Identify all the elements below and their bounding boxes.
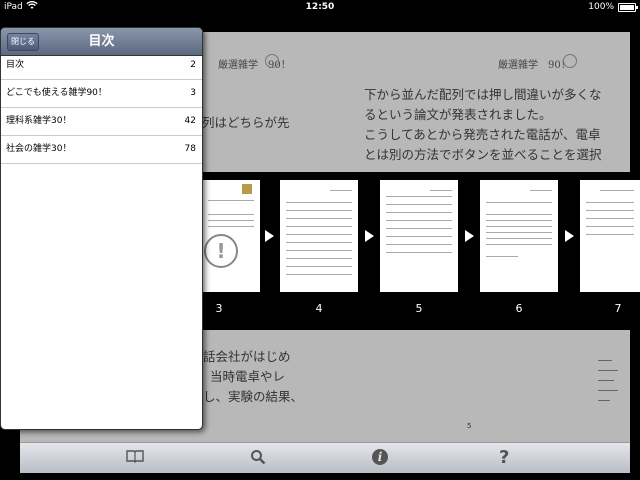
toc-item-label: 理科系雑学30！ <box>6 116 72 126</box>
right-page-text-line: るという論文が発表されました。 <box>364 107 552 122</box>
thumbnail-number: 5 <box>415 302 423 315</box>
toc-item-page: 42 <box>184 116 196 126</box>
exclamation-icon: ! <box>204 234 238 268</box>
arrow-right-icon <box>365 230 374 242</box>
thumbnail-page-3[interactable]: ! <box>202 180 260 292</box>
right-page-text-line: とは別の方法でボタンを並べることを選択 <box>364 147 602 162</box>
page-number: 5 <box>467 422 472 430</box>
battery-icon <box>618 3 638 12</box>
right-page-text-line: 下から並んだ配列では押し間違いが多くな <box>364 87 602 102</box>
arrow-right-icon <box>265 230 274 242</box>
thumbnail-page-7[interactable] <box>580 180 640 292</box>
toc-item-label: 社会の雑学30！ <box>6 144 72 154</box>
left-page-bottom-line: 当時電卓やレ <box>210 369 286 384</box>
left-page-bottom-line: 話会社がはじめ <box>203 349 291 364</box>
toc-popover: 目次 閉じる 目次 2 どこでも使える雑学90！ 3 理科系雑学30！ 42 社… <box>0 27 203 430</box>
search-icon[interactable] <box>250 449 266 469</box>
toc-item-page: 78 <box>184 144 196 154</box>
figure-icon <box>242 184 252 194</box>
status-bar: iPad 12:50 100% <box>0 0 640 14</box>
thumbnail-number: 4 <box>315 302 323 315</box>
header-circle-icon <box>265 54 279 68</box>
book-icon[interactable] <box>126 449 144 467</box>
toc-item[interactable]: 理科系雑学30！ 42 <box>1 108 202 136</box>
right-page-header: 厳選雑学 90！ <box>498 60 571 71</box>
toc-item[interactable]: どこでも使える雑学90！ 3 <box>1 80 202 108</box>
toc-item-page: 3 <box>190 88 196 98</box>
clock: 12:50 <box>305 2 335 12</box>
toc-item-label: どこでも使える雑学90！ <box>6 88 107 98</box>
left-page-bottom-line: し、実験の結果、 <box>203 389 304 404</box>
toc-item[interactable]: 目次 2 <box>1 52 202 80</box>
thumbnail-number: 3 <box>215 302 223 315</box>
right-page-fragment <box>598 354 628 424</box>
toc-item-label: 目次 <box>6 60 25 70</box>
battery-percent: 100% <box>588 2 614 12</box>
toc-item[interactable]: 社会の雑学30！ 78 <box>1 136 202 164</box>
toc-item-page: 2 <box>190 60 196 70</box>
arrow-right-icon <box>565 230 574 242</box>
thumbnail-number: 6 <box>515 302 523 315</box>
info-icon[interactable]: i <box>372 449 388 465</box>
battery-fill <box>620 5 634 10</box>
left-page-header: 厳選雑学 90！ <box>218 60 291 71</box>
thumbnail-number: 7 <box>614 302 622 315</box>
thumbnail-page-6[interactable] <box>480 180 558 292</box>
thumbnail-page-5[interactable] <box>380 180 458 292</box>
help-icon[interactable]: ? <box>499 449 509 467</box>
bottom-toolbar: i ? <box>20 442 630 473</box>
header-circle-icon <box>563 54 577 68</box>
arrow-right-icon <box>465 230 474 242</box>
right-page-text-line: こうしてあとから発売された電話が、電卓 <box>364 127 601 142</box>
left-page-text-line: 列はどちらが先 <box>202 115 290 130</box>
thumbnail-page-4[interactable] <box>280 180 358 292</box>
close-button[interactable]: 閉じる <box>7 33 39 51</box>
